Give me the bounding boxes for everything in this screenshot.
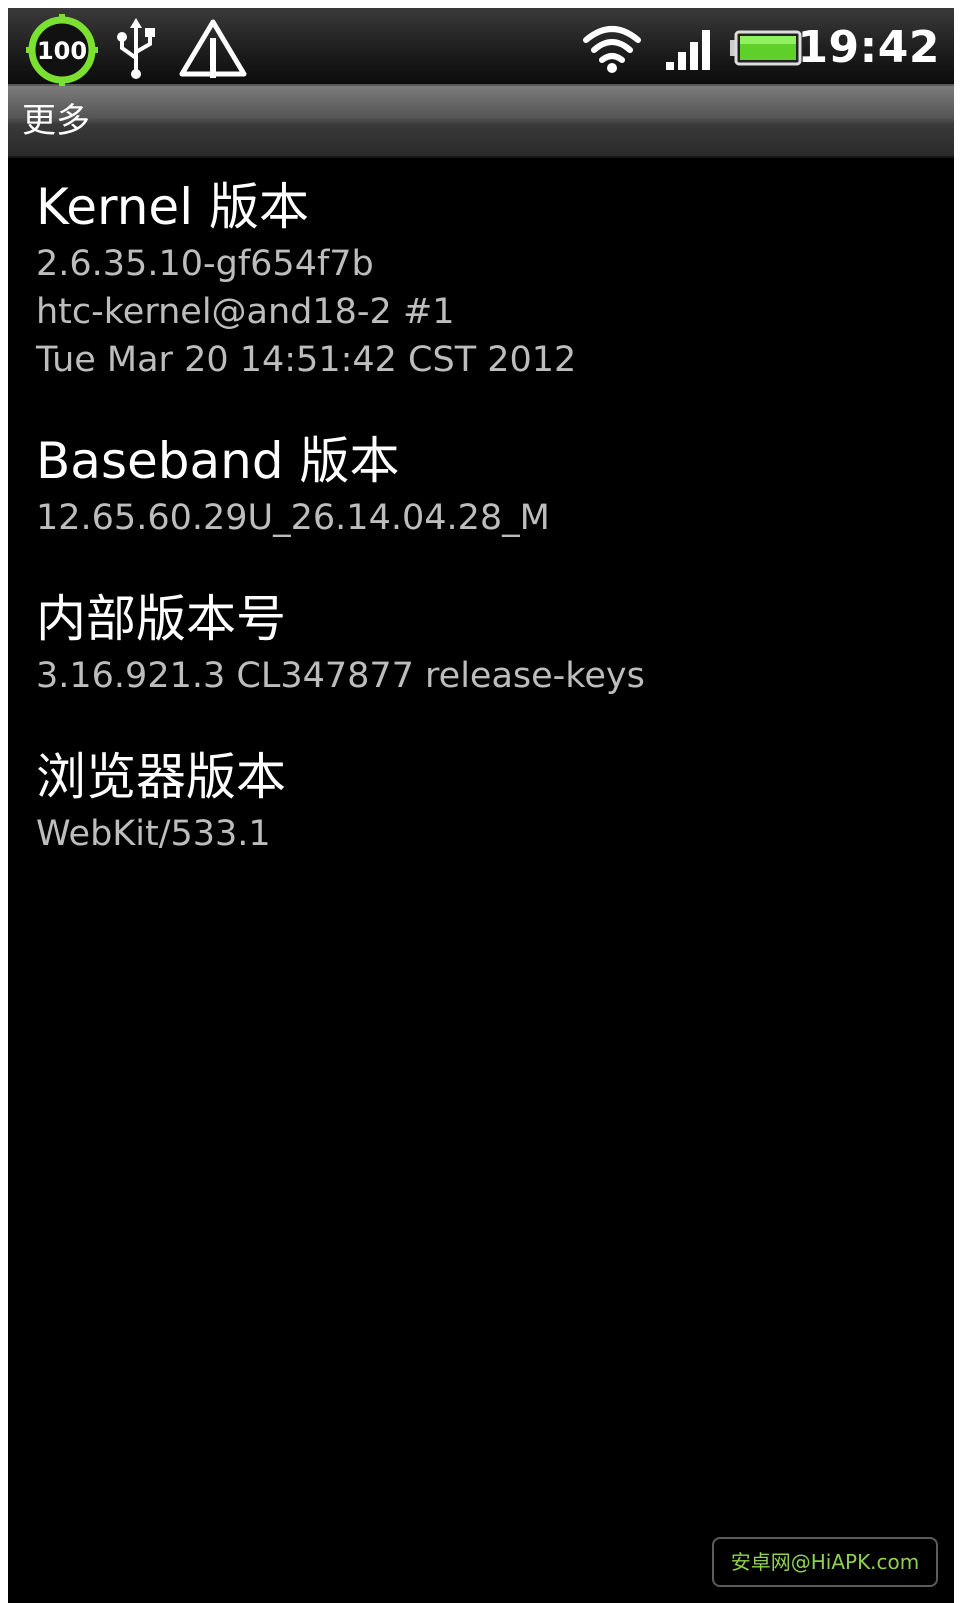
wifi-icon xyxy=(583,26,641,73)
item-summary-line: WebKit/533.1 xyxy=(36,814,271,854)
item-summary-line: 2.6.35.10-gf654f7b xyxy=(36,244,374,284)
item-summary-line: 3.16.921.3 CL347877 release-keys xyxy=(36,656,645,696)
watermark: 安卓网@HiAPK.com xyxy=(712,1537,938,1587)
signal-icon xyxy=(666,30,710,70)
phone-screen: 100 19:42 更多 Kernel 版本 2.6.35.10-gf654f7… xyxy=(8,8,954,1603)
status-bar: 100 19:42 xyxy=(8,8,954,86)
item-title: Kernel 版本 xyxy=(36,178,309,236)
item-title: 浏览器版本 xyxy=(36,748,286,806)
alert-icon xyxy=(179,19,247,78)
status-clock: 19:42 xyxy=(797,22,940,73)
battery-badge-value: 100 xyxy=(37,37,87,65)
item-summary-line: htc-kernel@and18-2 #1 xyxy=(36,292,455,332)
page-title: 更多 xyxy=(22,101,90,141)
title-bar: 更多 xyxy=(8,86,954,158)
list-item-browser-version[interactable]: 浏览器版本 WebKit/533.1 xyxy=(36,744,936,858)
list-item-kernel-version[interactable]: Kernel 版本 2.6.35.10-gf654f7b htc-kernel@… xyxy=(36,174,936,384)
battery-badge-icon: 100 xyxy=(26,14,98,86)
item-summary-line: Tue Mar 20 14:51:42 CST 2012 xyxy=(36,340,577,380)
item-summary-line: 12.65.60.29U_26.14.04.28_M xyxy=(36,498,550,538)
list-item-baseband-version[interactable]: Baseband 版本 12.65.60.29U_26.14.04.28_M xyxy=(36,428,936,542)
usb-icon xyxy=(117,18,155,79)
battery-icon xyxy=(730,30,802,66)
item-title: Baseband 版本 xyxy=(36,432,400,490)
list-item-build-number[interactable]: 内部版本号 3.16.921.3 CL347877 release-keys xyxy=(36,586,936,700)
item-title: 内部版本号 xyxy=(36,590,286,648)
